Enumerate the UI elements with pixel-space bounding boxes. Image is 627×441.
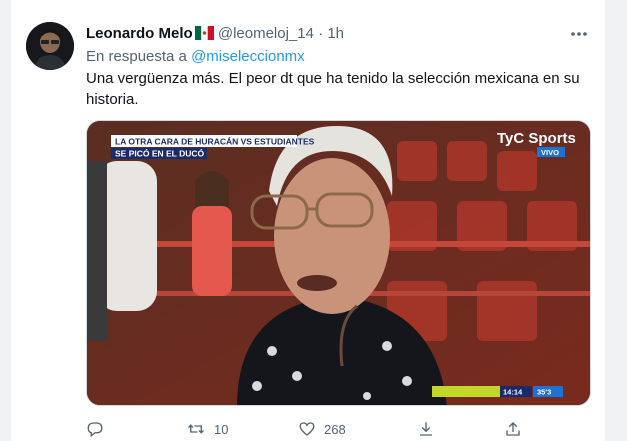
author-name[interactable]: Leonardo Melo bbox=[86, 25, 193, 42]
tweet-video[interactable]: LA OTRA CARA DE HURACÁN VS ESTUDIANTES S… bbox=[86, 120, 591, 406]
author-handle[interactable]: @leomeloj_14 bbox=[218, 25, 314, 42]
like-count: 268 bbox=[324, 421, 346, 437]
tweet-actions: 10 268 bbox=[86, 418, 591, 440]
live-label: VIVO bbox=[541, 148, 559, 157]
more-icon[interactable] bbox=[567, 22, 591, 46]
video-banner-subtitle: SE PICÓ EN EL DUCÓ bbox=[115, 148, 204, 159]
mexico-flag-icon bbox=[194, 26, 214, 40]
tweet-header: Leonardo Melo @leomeloj_14 · 1h bbox=[86, 24, 591, 44]
tweet-card[interactable]: Leonardo Melo @leomeloj_14 · 1h En respu… bbox=[10, 0, 606, 441]
heart-icon bbox=[299, 422, 315, 436]
reply-mention-link[interactable]: @miseleccionmx bbox=[191, 48, 305, 65]
video-banner-title: LA OTRA CARA DE HURACÁN VS ESTUDIANTES bbox=[115, 137, 315, 147]
retweet-count: 10 bbox=[214, 421, 229, 437]
share-button[interactable] bbox=[504, 418, 522, 440]
download-icon bbox=[420, 422, 432, 436]
tweet-timestamp[interactable]: 1h bbox=[327, 25, 344, 42]
reply-button[interactable] bbox=[86, 418, 104, 440]
broadcaster-logo: TyC Sports bbox=[497, 130, 576, 147]
download-button[interactable] bbox=[417, 418, 435, 440]
like-button[interactable]: 268 bbox=[298, 418, 346, 440]
score-minute: 35'3 bbox=[537, 388, 551, 397]
tweet-text: Una vergüenza más. El peor dt que ha ten… bbox=[86, 70, 580, 108]
reply-icon bbox=[87, 422, 103, 438]
share-icon bbox=[506, 422, 520, 436]
separator-dot: · bbox=[318, 25, 324, 42]
score-clock: 14:14 bbox=[503, 388, 523, 397]
reply-prefix: En respuesta a bbox=[86, 48, 187, 65]
avatar[interactable] bbox=[26, 22, 74, 70]
reply-context: En respuesta a @miseleccionmx bbox=[86, 47, 305, 67]
retweet-icon bbox=[188, 424, 204, 434]
retweet-button[interactable]: 10 bbox=[186, 418, 228, 440]
